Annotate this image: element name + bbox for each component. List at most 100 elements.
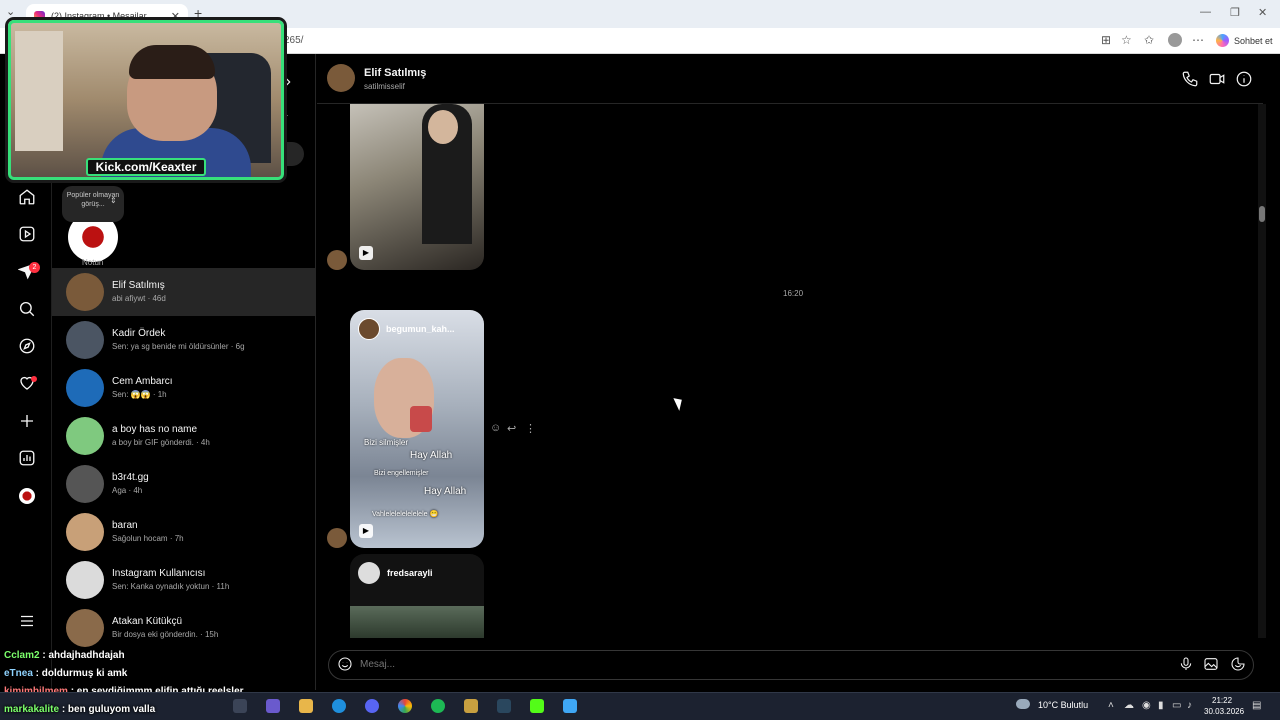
info-icon[interactable] <box>1235 70 1253 88</box>
tab-list-button[interactable]: ⌄ <box>6 5 15 18</box>
copilot-icon <box>1216 34 1229 47</box>
conversation-avatar <box>66 465 104 503</box>
weather-text[interactable]: 10°C Bulutlu <box>1038 700 1088 710</box>
conversation-preview: abi afiywt · 46d <box>112 294 166 303</box>
edge-icon[interactable] <box>332 699 346 713</box>
reel-thumbnail <box>350 606 484 638</box>
scrollbar-thumb[interactable] <box>1259 206 1265 222</box>
discord-icon[interactable] <box>365 699 379 713</box>
conversation-preview: Bir dosya eki gönderdin. · 15h <box>112 630 219 639</box>
close-window-button[interactable]: ✕ <box>1258 6 1267 19</box>
conversation-name: Instagram Kullanıcısı <box>112 568 206 579</box>
tray-overflow-icon[interactable]: ˄ <box>1108 700 1114 711</box>
favorites-icon[interactable]: ✩ <box>1144 33 1154 47</box>
split-screen-icon[interactable]: ⊞ <box>1101 33 1111 47</box>
spotify-icon[interactable] <box>431 699 445 713</box>
message-timestamp: 16:20 <box>783 289 804 298</box>
usb-icon[interactable]: ▮ <box>1158 700 1164 711</box>
profile-avatar-icon[interactable] <box>1168 33 1182 47</box>
conversation-name: baran <box>112 520 138 531</box>
volume-icon[interactable]: ♪ <box>1187 700 1192 711</box>
conversation-name: Kadir Ördek <box>112 328 166 339</box>
file-explorer-icon[interactable] <box>299 699 313 713</box>
chrome-icon[interactable] <box>398 699 412 713</box>
conversation-avatar <box>66 273 104 311</box>
cloud-icon[interactable]: ☁ <box>1124 700 1134 711</box>
chat-username: satilmisselif <box>364 82 405 91</box>
conversation-item[interactable]: Atakan Kütükçü Bir dosya eki gönderdin. ·… <box>52 604 316 652</box>
more-options-icon[interactable]: ⋮ <box>525 422 536 435</box>
chat-scrollbar[interactable] <box>1258 104 1266 638</box>
sender-avatar <box>327 528 347 548</box>
reel-caption: Hay Allah <box>424 486 467 497</box>
message-input[interactable] <box>360 659 1140 670</box>
sender-avatar <box>327 250 347 270</box>
sticker-icon[interactable] <box>1230 656 1248 674</box>
microphone-icon[interactable] <box>1178 656 1196 674</box>
mouse-cursor <box>673 395 686 411</box>
conversation-item[interactable]: baran Sağolun hocam · 7h <box>52 508 316 556</box>
stream-channel-label: Kick.com/Keaxter <box>86 158 206 176</box>
create-icon[interactable] <box>16 410 38 432</box>
webcam-overlay <box>8 20 284 180</box>
weather-icon <box>1016 699 1030 709</box>
reel-caption: Bizi engellemişler <box>374 470 429 477</box>
play-icon: ▶ <box>359 246 373 260</box>
copilot-app-icon[interactable] <box>266 699 280 713</box>
conversation-preview: a boy bir GIF gönderdi. · 4h <box>112 438 210 447</box>
react-icon[interactable]: ☺ <box>490 422 501 434</box>
app-icon[interactable] <box>563 699 577 713</box>
kick-icon[interactable] <box>530 699 544 713</box>
conversation-preview: Sağolun hocam · 7h <box>112 534 184 543</box>
steam-icon[interactable] <box>497 699 511 713</box>
conversation-item[interactable]: a boy has no name a boy bir GIF gönderdi.… <box>52 412 316 460</box>
conversation-avatar <box>66 369 104 407</box>
explore-icon[interactable] <box>16 335 38 357</box>
reel-author[interactable]: begumun_kah... <box>386 324 455 334</box>
more-menu-icon[interactable]: ⋯ <box>1192 33 1204 47</box>
conversation-item[interactable]: b3r4t.gg Aga · 4h <box>52 460 316 508</box>
profile-icon[interactable] <box>19 488 35 504</box>
video-call-icon[interactable] <box>1208 70 1226 88</box>
minimize-button[interactable]: — <box>1200 6 1211 18</box>
home-icon[interactable] <box>16 186 38 208</box>
url-text[interactable]: 265/ <box>284 35 303 46</box>
favorite-star-icon[interactable]: ☆ <box>1121 33 1132 47</box>
reel-caption: Bizi silmişler <box>364 438 408 447</box>
reel-author-avatar <box>358 318 380 340</box>
conversation-item[interactable]: Instagram Kullanıcısı Sen: Kanka oynadık … <box>52 556 316 604</box>
reply-icon[interactable]: ↩ <box>507 422 516 435</box>
conversation-item[interactable]: Kadir Ördek Sen: ya sg benide mi öldürsün… <box>52 316 316 364</box>
new-tab-button[interactable]: + <box>194 5 202 21</box>
maximize-button[interactable]: ❐ <box>1230 6 1240 19</box>
play-icon: ▶ <box>359 524 373 538</box>
image-upload-icon[interactable] <box>1203 656 1221 674</box>
clock-date[interactable]: 30.03.2026 <box>1204 707 1244 716</box>
conversation-avatar <box>66 513 104 551</box>
conversation-preview: Sen: ya sg benide mi öldürsünler · 6g <box>112 342 245 351</box>
chat-avatar[interactable] <box>327 64 355 92</box>
chat-name[interactable]: Elif Satılmış <box>364 67 426 79</box>
reels-icon[interactable] <box>16 223 38 245</box>
network-icon[interactable]: ▭ <box>1172 700 1181 711</box>
note-sort-icon: ⇕ <box>110 196 117 205</box>
conversation-item[interactable]: Cem Ambarcı Sen: 😱😱 · 1h <box>52 364 316 412</box>
conversation-item[interactable]: Elif Satılmış abi afiywt · 46d <box>52 268 316 316</box>
emoji-icon[interactable] <box>337 656 355 674</box>
notification-center-icon[interactable]: ▤ <box>1252 700 1261 711</box>
copilot-button[interactable]: Sohbet et <box>1216 34 1273 47</box>
phone-icon[interactable] <box>1181 70 1199 88</box>
menu-icon[interactable] <box>16 610 38 632</box>
notification-badge: 2 <box>29 262 40 273</box>
league-icon[interactable] <box>464 699 478 713</box>
reel-author[interactable]: fredsarayli <box>387 568 433 578</box>
task-view-icon[interactable] <box>233 699 247 713</box>
search-icon[interactable] <box>16 298 38 320</box>
stream-chat-line: Cclam2 : ahdajhadhdajah <box>4 650 125 661</box>
conversation-name: Atakan Kütükçü <box>112 616 183 627</box>
clock-time[interactable]: 21:22 <box>1212 696 1232 705</box>
stream-chat-line: eTnea : doldurmuş ki amk <box>4 668 128 679</box>
dashboard-icon[interactable] <box>16 447 38 469</box>
tray-app-icon[interactable]: ◉ <box>1142 700 1151 711</box>
activity-dot <box>31 376 37 382</box>
